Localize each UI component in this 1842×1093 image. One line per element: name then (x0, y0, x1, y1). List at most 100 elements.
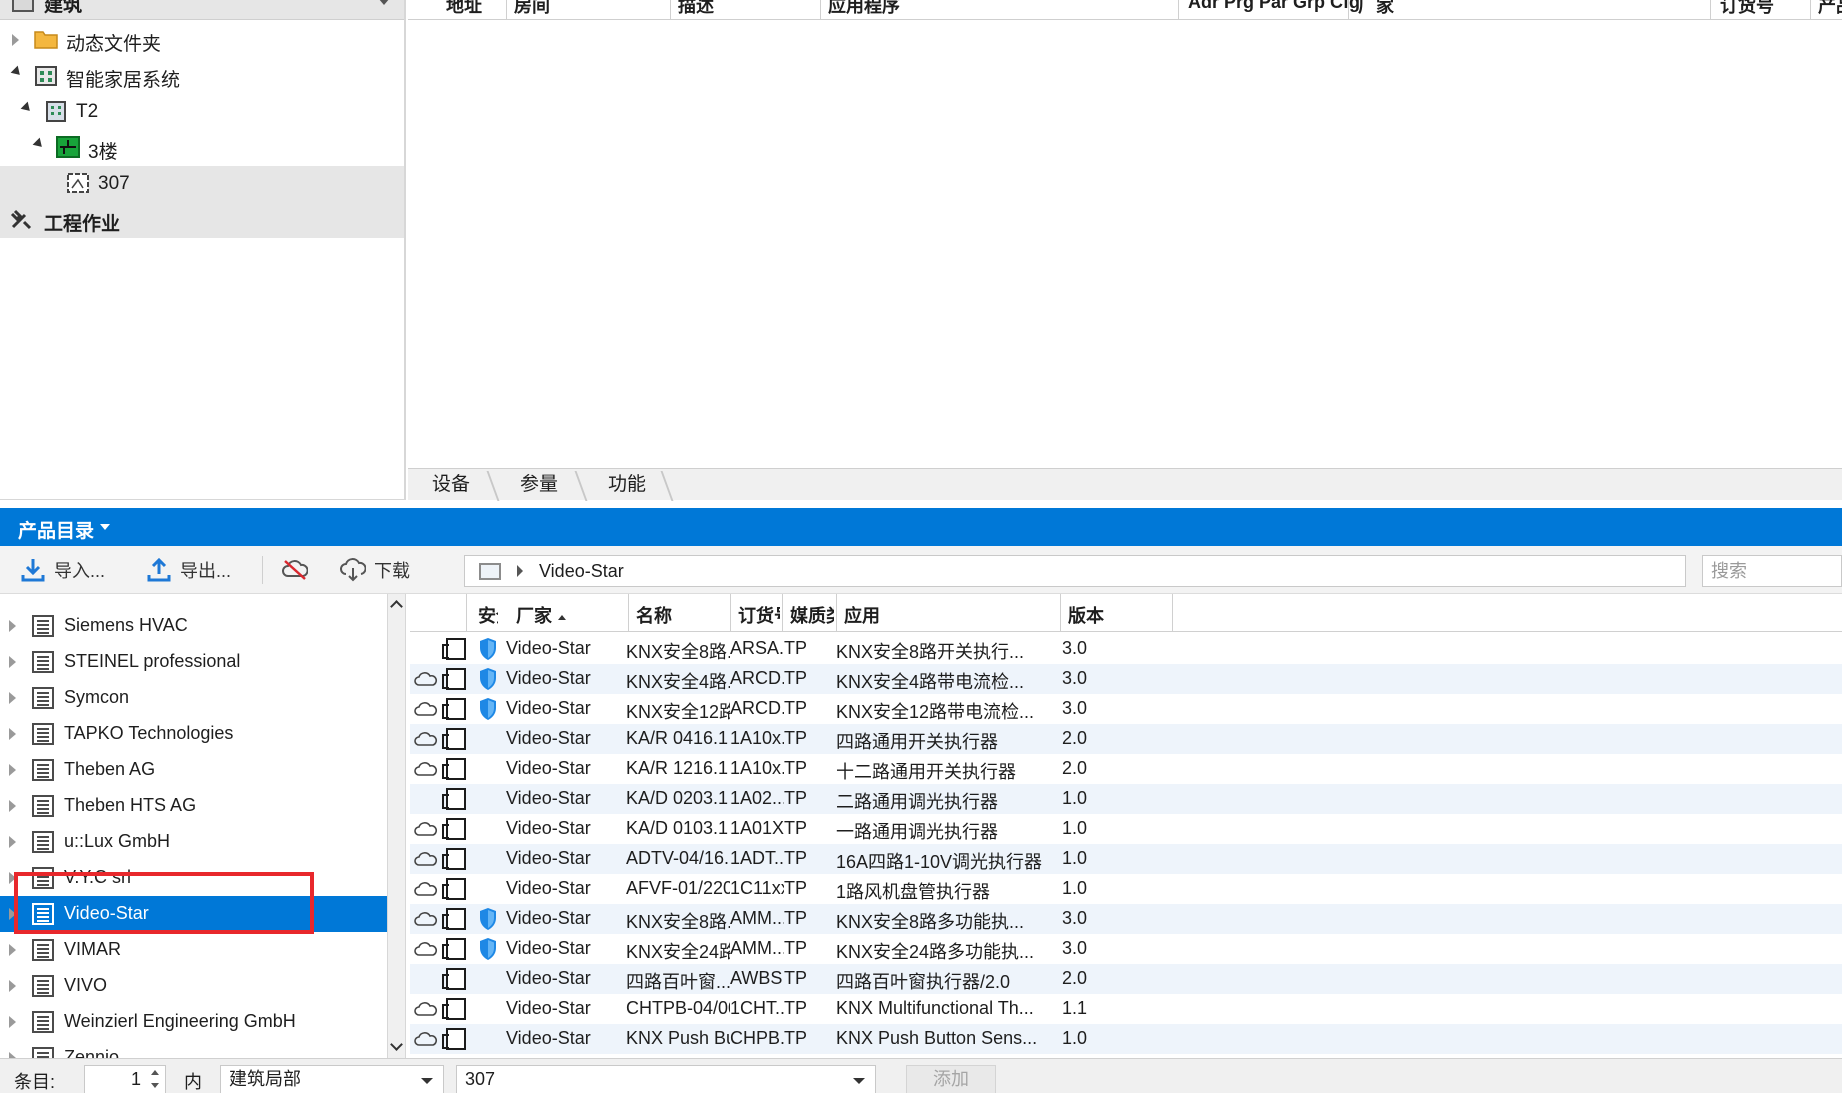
product-row[interactable]: Video-Star KA/D 0103.11A01X...TP 一路通用调光执行器… (410, 814, 1842, 844)
collapse-arrow-icon[interactable] (10, 65, 24, 79)
scrollbar-thumb[interactable] (391, 634, 403, 890)
tree-item-project-work[interactable]: 工程作业 (0, 202, 404, 238)
column-header-description[interactable]: 描述 (678, 0, 714, 18)
product-row[interactable]: Video-Star KNX安全8路...AMM...TP KNX安全8路多功能执.… (410, 904, 1842, 934)
product-row[interactable]: Video-Star KA/R 0416.11A10x...TP 四路通用开关执行器… (410, 724, 1842, 754)
product-row[interactable]: Video-Star KNX安全12路...ARCD...TP KNX安全12路带电… (410, 694, 1842, 724)
location-select[interactable]: 307 (456, 1065, 876, 1093)
tab-parameters[interactable]: 参量 (502, 469, 576, 501)
expand-arrow-icon[interactable] (9, 800, 16, 812)
column-header-manufacturer[interactable]: 厂家 (1358, 0, 1394, 18)
column-header-version[interactable]: 版本 (1068, 602, 1104, 628)
scope-select[interactable]: 建筑局部 (220, 1065, 444, 1093)
export-button[interactable]: 导出... (146, 556, 231, 584)
manufacturer-item[interactable]: V.Y.C srl (0, 860, 387, 896)
column-header-room[interactable]: 房间 (514, 0, 550, 18)
tree-item-dynamic-folder[interactable]: 动态文件夹 (0, 22, 404, 58)
product-row[interactable]: Video-Star KA/R 1216.11A10x...TP 十二路通用开关执行… (410, 754, 1842, 784)
column-divider[interactable] (782, 594, 783, 632)
column-divider[interactable] (1060, 594, 1061, 632)
column-divider[interactable] (820, 0, 821, 19)
manufacturer-item[interactable]: Symcon (0, 680, 387, 716)
expand-arrow-icon[interactable] (12, 34, 19, 46)
expand-arrow-icon[interactable] (9, 728, 16, 740)
column-divider[interactable] (836, 594, 837, 632)
expand-arrow-icon[interactable] (9, 656, 16, 668)
expand-arrow-icon[interactable] (9, 944, 16, 956)
chevron-down-icon[interactable] (100, 524, 110, 530)
column-divider[interactable] (1172, 594, 1173, 632)
scroll-up-icon[interactable] (390, 600, 403, 613)
column-header-address[interactable]: 地址 (446, 0, 482, 18)
breadcrumb-item[interactable]: Video-Star (539, 561, 624, 582)
collapse-arrow-icon[interactable] (20, 101, 34, 115)
collapse-arrow-icon[interactable] (32, 137, 46, 151)
manufacturer-item[interactable]: VIVO (0, 968, 387, 1004)
column-divider[interactable] (1710, 0, 1711, 19)
column-header-name[interactable]: 名称 (636, 602, 672, 628)
product-row[interactable]: Video-Star ADTV-04/16.1 1ADT... TP 16A四路1-10… (410, 844, 1842, 874)
increment-icon[interactable] (151, 1070, 159, 1075)
manufacturer-item[interactable]: Zennio (0, 1040, 387, 1058)
column-divider[interactable] (1810, 0, 1811, 19)
product-row[interactable]: Video-Star KNX Push But...CHPB...TP KNX Pu… (410, 1024, 1842, 1054)
column-header-application[interactable]: 应用程序 (828, 0, 900, 18)
chevron-down-icon[interactable] (421, 1078, 433, 1084)
manufacturer-item[interactable]: u::Lux GmbH (0, 824, 387, 860)
building-tree-header[interactable]: 建筑 (0, 0, 404, 20)
expand-arrow-icon[interactable] (9, 692, 16, 704)
manufacturer-item[interactable]: Siemens HVAC (0, 608, 387, 644)
product-row[interactable]: Video-Star CHTPB-04/00...1CHT...TP KNX Mul… (410, 994, 1842, 1024)
expand-arrow-icon[interactable] (9, 980, 16, 992)
product-row[interactable]: Video-Star KNX安全24路...AMM...TP KNX安全24路多功能… (410, 934, 1842, 964)
expand-arrow-icon[interactable] (9, 908, 16, 920)
manufacturer-item[interactable]: TAPKO Technologies (0, 716, 387, 752)
manufacturer-item[interactable]: Video-Star (0, 896, 387, 932)
tab-devices[interactable]: 设备 (414, 469, 488, 501)
column-header-application[interactable]: 应用 (844, 602, 880, 628)
tab-functions[interactable]: 功能 (590, 469, 664, 501)
product-row[interactable]: Video-Star AFVF-01/220.11C11xx...TP 1路风机盘管… (410, 874, 1842, 904)
column-divider[interactable] (1178, 0, 1179, 19)
breadcrumb-arrow-icon[interactable] (517, 565, 523, 577)
import-button[interactable]: 导入... (20, 556, 105, 584)
column-divider[interactable] (628, 594, 629, 632)
catalog-breadcrumb[interactable]: Video-Star (464, 555, 1686, 587)
expand-arrow-icon[interactable] (9, 764, 16, 776)
column-header-order-number[interactable]: 订货号 (738, 602, 780, 628)
manufacturer-list-scrollbar[interactable] (388, 594, 406, 1058)
column-divider[interactable] (466, 594, 467, 632)
column-header-manufacturer[interactable]: 厂家 (516, 602, 566, 628)
column-header-order-number[interactable]: 订货号 (1720, 0, 1774, 18)
manufacturer-item[interactable]: STEINEL professional (0, 644, 387, 680)
tree-item-smart-home[interactable]: 智能家居系统 (0, 58, 404, 94)
product-row[interactable]: Video-Star KNX安全8路...ARSA...TP KNX安全8路开关执行… (410, 634, 1842, 664)
column-header-product[interactable]: 产品 (1818, 0, 1842, 18)
scroll-down-icon[interactable] (390, 1038, 403, 1051)
tree-item-floor-3[interactable]: 3楼 (0, 130, 404, 166)
decrement-icon[interactable] (151, 1083, 159, 1088)
manufacturer-item[interactable]: Theben HTS AG (0, 788, 387, 824)
product-row[interactable]: Video-Star KA/D 0203.1 1A02... TP 二路通用调光执行器 1… (410, 784, 1842, 814)
offline-button[interactable] (282, 556, 316, 584)
expand-arrow-icon[interactable] (9, 836, 16, 848)
tree-item-t2[interactable]: T2 (0, 94, 404, 130)
column-divider[interactable] (730, 594, 731, 632)
chevron-down-icon[interactable] (853, 1078, 865, 1084)
column-header-flags[interactable]: Adr Prg Par Grp Cfg (1188, 0, 1360, 13)
column-header-medium[interactable]: 媒质类型 (790, 602, 834, 628)
column-divider[interactable] (670, 0, 671, 19)
column-header-secure[interactable]: 安全 (478, 602, 498, 628)
product-catalog-bar[interactable]: 产品目录 (0, 508, 1842, 546)
expand-arrow-icon[interactable] (9, 872, 16, 884)
add-button[interactable]: 添加 (906, 1065, 996, 1093)
manufacturer-item[interactable]: Theben AG (0, 752, 387, 788)
download-button[interactable]: 下载 (340, 556, 410, 584)
product-row[interactable]: Video-Star 四路百叶窗...AWBS...TP 四路百叶窗执行器/2.0 2… (410, 964, 1842, 994)
manufacturer-item[interactable]: VIMAR (0, 932, 387, 968)
manufacturer-item[interactable]: Weinzierl Engineering GmbH (0, 1004, 387, 1040)
product-row[interactable]: Video-Star KNX安全4路...ARCD...TP KNX安全4路带电流检… (410, 664, 1842, 694)
expand-arrow-icon[interactable] (9, 620, 16, 632)
column-divider[interactable] (506, 0, 507, 19)
expand-arrow-icon[interactable] (9, 1016, 16, 1028)
